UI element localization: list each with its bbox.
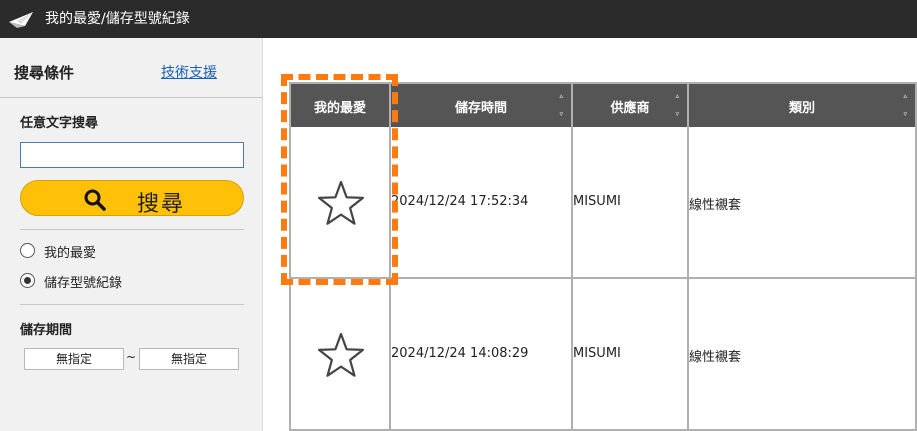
support-link[interactable]: 技術支援 bbox=[161, 62, 217, 82]
column-header-supplier[interactable]: 供應商 ▵ ▿ bbox=[573, 84, 689, 127]
divider bbox=[20, 229, 244, 230]
column-header-label: 類別 bbox=[788, 101, 815, 116]
period-separator: ~ bbox=[126, 350, 137, 364]
category-cell: 線性襯套 bbox=[689, 279, 917, 429]
sort-ascending-icon[interactable]: ▵ bbox=[559, 92, 563, 100]
supplier-text: MISUMI bbox=[573, 194, 621, 209]
search-sidebar: 搜尋條件 技術支援 任意文字搜尋 搜尋 我的最愛 儲存型號紀錄 儲存期間 無指定… bbox=[0, 38, 263, 431]
radio-label: 我的最愛 bbox=[44, 246, 97, 261]
search-icon bbox=[84, 189, 106, 211]
star-outline-icon[interactable] bbox=[317, 179, 365, 227]
paper-plane-logo-icon bbox=[9, 12, 33, 28]
column-header-label: 供應商 bbox=[610, 101, 650, 116]
column-header-saved-time[interactable]: 儲存時間 ▵ ▿ bbox=[391, 84, 573, 127]
divider bbox=[20, 304, 244, 305]
favorite-cell bbox=[291, 279, 391, 429]
radio-favorites[interactable]: 我的最愛 bbox=[20, 241, 180, 261]
favorite-cell bbox=[291, 127, 391, 277]
search-button[interactable]: 搜尋 bbox=[20, 180, 244, 217]
radio-saved-history[interactable]: 儲存型號紀錄 bbox=[20, 271, 180, 291]
saved-time-cell: 2024/12/24 14:08:29 bbox=[391, 279, 573, 429]
supplier-cell: MISUMI bbox=[573, 279, 689, 429]
period-label: 儲存期間 bbox=[20, 323, 73, 338]
saved-time-text: 2024/12/24 14:08:29 bbox=[391, 346, 529, 361]
saved-time-cell: 2024/12/24 17:52:34 bbox=[391, 127, 573, 277]
keyword-input[interactable] bbox=[20, 142, 244, 168]
radio-label: 儲存型號紀錄 bbox=[44, 276, 123, 291]
period-to-input[interactable]: 無指定 bbox=[139, 348, 239, 370]
sort-ascending-icon[interactable]: ▵ bbox=[903, 92, 907, 100]
column-header-favorite[interactable]: 我的最愛 bbox=[291, 84, 391, 127]
keyword-label: 任意文字搜尋 bbox=[20, 116, 99, 131]
page-title: 我的最愛/儲存型號紀錄 bbox=[45, 11, 190, 27]
category-text: 線性襯套 bbox=[689, 350, 742, 365]
column-header-label: 儲存時間 bbox=[454, 101, 507, 116]
results-table: 我的最愛 儲存時間 ▵ ▿ 供應商 ▵ ▿ 類別 ▵ ▿ 2024/12/24 … bbox=[289, 82, 917, 431]
table-row: 2024/12/24 17:52:34 MISUMI 線性襯套 bbox=[291, 127, 917, 279]
sort-descending-icon[interactable]: ▿ bbox=[903, 110, 907, 118]
column-header-label: 我的最愛 bbox=[313, 101, 366, 116]
supplier-text: MISUMI bbox=[573, 346, 621, 361]
star-outline-icon[interactable] bbox=[317, 331, 365, 379]
category-cell: 線性襯套 bbox=[689, 127, 917, 277]
category-text: 線性襯套 bbox=[689, 198, 742, 213]
table-row: 2024/12/24 14:08:29 MISUMI 線性襯套 bbox=[291, 279, 917, 431]
radio-dot bbox=[24, 277, 31, 284]
sort-descending-icon[interactable]: ▿ bbox=[675, 110, 679, 118]
title-bar: 我的最愛/儲存型號紀錄 bbox=[0, 0, 917, 38]
sidebar-heading: 搜尋條件 bbox=[14, 64, 75, 82]
supplier-cell: MISUMI bbox=[573, 127, 689, 277]
saved-time-text: 2024/12/24 17:52:34 bbox=[391, 194, 529, 209]
sidebar-header: 搜尋條件 技術支援 bbox=[0, 38, 263, 98]
radio-circle bbox=[20, 243, 35, 258]
sort-descending-icon[interactable]: ▿ bbox=[559, 110, 563, 118]
column-header-category[interactable]: 類別 ▵ ▿ bbox=[689, 84, 917, 127]
search-button-label: 搜尋 bbox=[137, 192, 186, 217]
period-from-input[interactable]: 無指定 bbox=[24, 348, 124, 370]
sort-ascending-icon[interactable]: ▵ bbox=[675, 92, 679, 100]
radio-circle-checked bbox=[20, 273, 35, 288]
